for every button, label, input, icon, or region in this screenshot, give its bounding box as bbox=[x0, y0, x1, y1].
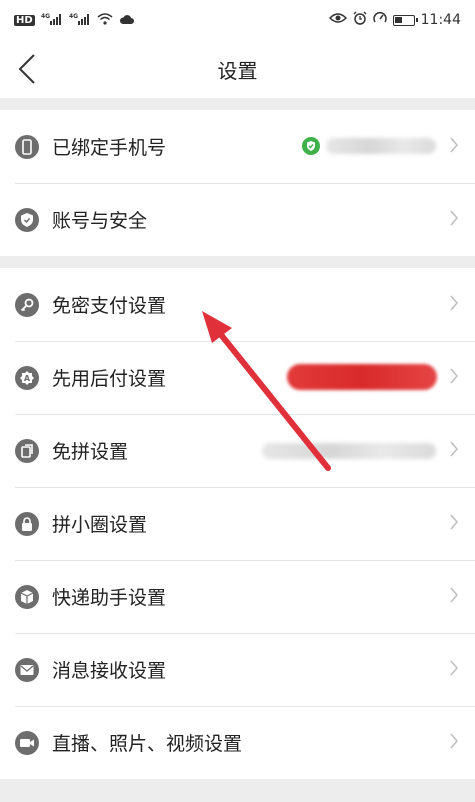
chevron-right-icon bbox=[450, 295, 459, 311]
settings-item-password-free-payment[interactable]: 免密支付设置 bbox=[0, 268, 475, 341]
chevron-right-icon bbox=[450, 368, 459, 384]
back-button[interactable] bbox=[14, 52, 44, 86]
settings-item-account-security[interactable]: 账号与安全 bbox=[0, 183, 475, 256]
signal-icon: 4G bbox=[41, 13, 63, 28]
group-free-status-redacted bbox=[262, 443, 436, 459]
settings-item-circle[interactable]: 拼小圈设置 bbox=[0, 487, 475, 560]
chevron-right-icon bbox=[450, 210, 459, 226]
status-left: HD 4G 4G bbox=[14, 13, 135, 28]
phone-number-redacted bbox=[326, 138, 436, 154]
settings-item-label: 先用后付设置 bbox=[52, 368, 167, 390]
settings-item-pay-later[interactable]: A 先用后付设置 bbox=[0, 341, 475, 414]
pay-later-status-redacted bbox=[287, 364, 437, 390]
settings-item-label: 消息接收设置 bbox=[52, 660, 167, 682]
svg-text:4G: 4G bbox=[69, 13, 78, 20]
chevron-right-icon bbox=[450, 733, 459, 749]
clock-time: 11:44 bbox=[420, 12, 461, 28]
nav-bar: 设置 bbox=[0, 40, 475, 98]
settings-item-group-free[interactable]: 免拼设置 bbox=[0, 414, 475, 487]
settings-group-features: 免密支付设置 A 先用后付设置 免拼设置 拼小圈设置 快递助手设置 消息接收设置… bbox=[0, 268, 475, 779]
settings-item-label: 账号与安全 bbox=[52, 210, 148, 232]
status-right: 11:44 bbox=[328, 11, 461, 29]
eye-icon bbox=[328, 12, 347, 28]
page-title: 设置 bbox=[217, 58, 258, 83]
settings-item-label: 拼小圈设置 bbox=[52, 514, 148, 536]
package-icon bbox=[15, 584, 39, 609]
settings-item-live-photo-video[interactable]: 直播、照片、视频设置 bbox=[0, 706, 475, 779]
chevron-right-icon bbox=[450, 441, 459, 457]
key-icon bbox=[15, 292, 39, 317]
video-icon bbox=[15, 730, 39, 755]
svg-text:4G: 4G bbox=[41, 13, 50, 20]
speedometer-icon bbox=[372, 11, 387, 29]
hd-indicator: HD bbox=[14, 14, 35, 26]
shield-icon bbox=[15, 207, 39, 232]
settings-item-bound-phone[interactable]: 已绑定手机号 bbox=[0, 110, 475, 183]
settings-group-account: 已绑定手机号 账号与安全 bbox=[0, 110, 475, 256]
cloud-icon bbox=[119, 13, 135, 28]
settings-item-label: 免密支付设置 bbox=[52, 295, 167, 317]
settings-item-message-receive[interactable]: 消息接收设置 bbox=[0, 633, 475, 706]
status-bar: HD 4G 4G 11:44 bbox=[0, 0, 475, 40]
alarm-icon bbox=[353, 11, 367, 29]
settings-item-express-assistant[interactable]: 快递助手设置 bbox=[0, 560, 475, 633]
chevron-right-icon bbox=[450, 137, 459, 153]
chevron-right-icon bbox=[450, 514, 459, 530]
lock-icon bbox=[15, 511, 39, 536]
chevron-left-icon bbox=[18, 54, 35, 84]
badge-icon: A bbox=[15, 365, 39, 390]
svg-text:A: A bbox=[24, 374, 31, 383]
phone-icon bbox=[15, 134, 39, 159]
settings-item-label: 免拼设置 bbox=[52, 441, 129, 463]
chevron-right-icon bbox=[450, 587, 459, 603]
settings-item-label: 直播、照片、视频设置 bbox=[52, 733, 243, 755]
chevron-right-icon bbox=[450, 660, 459, 676]
signal-icon-2: 4G bbox=[69, 13, 91, 28]
wifi-icon bbox=[97, 12, 113, 28]
verified-icon bbox=[302, 137, 320, 155]
copy-icon bbox=[15, 438, 39, 463]
settings-item-label: 快递助手设置 bbox=[52, 587, 167, 609]
battery-icon bbox=[392, 14, 418, 26]
settings-item-label: 已绑定手机号 bbox=[52, 137, 167, 159]
mail-icon bbox=[15, 657, 39, 682]
